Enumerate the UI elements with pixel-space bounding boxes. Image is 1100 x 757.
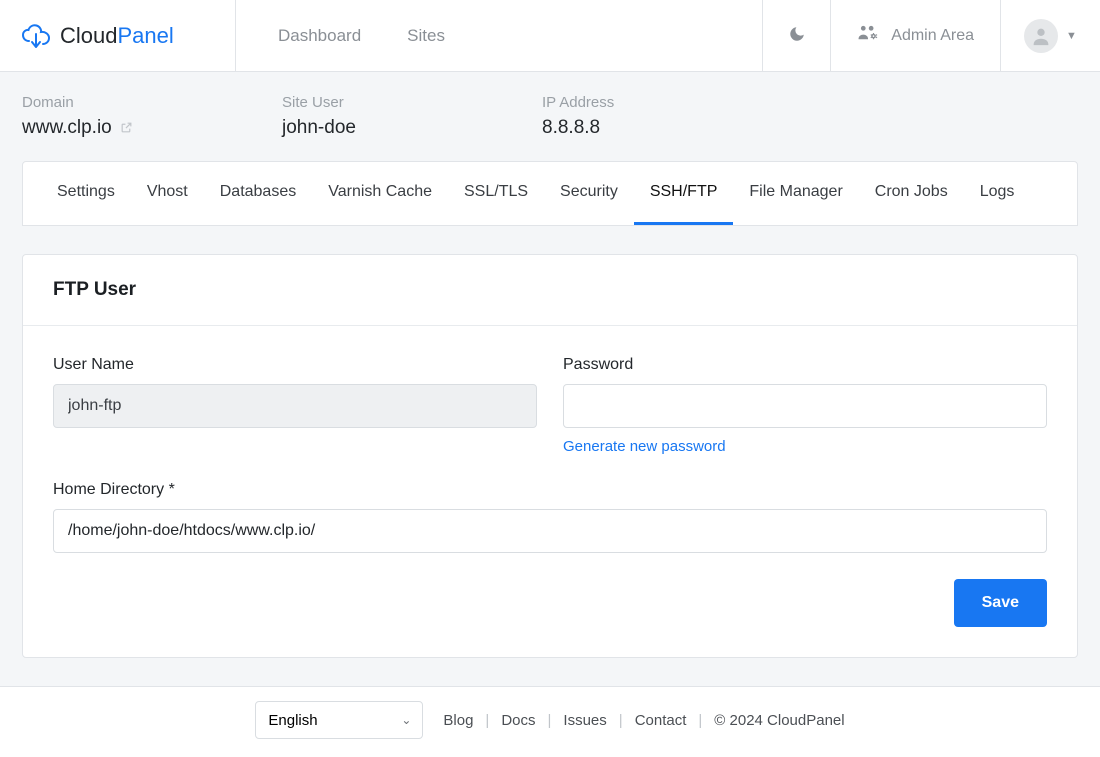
username-input: [53, 384, 537, 428]
header-right: Admin Area ▼: [762, 0, 1100, 71]
avatar: [1024, 19, 1058, 53]
meta-ip: IP Address 8.8.8.8: [542, 94, 802, 139]
password-label: Password: [563, 356, 1047, 374]
tab-security[interactable]: Security: [544, 162, 634, 225]
password-group: Password Generate new password: [563, 356, 1047, 455]
external-link-icon[interactable]: [120, 121, 133, 136]
password-input[interactable]: [563, 384, 1047, 428]
tab-vhost[interactable]: Vhost: [131, 162, 204, 225]
footer-docs[interactable]: Docs: [501, 712, 535, 729]
username-label: User Name: [53, 356, 537, 374]
tab-ssl[interactable]: SSL/TLS: [448, 162, 544, 225]
top-bar: CloudPanel Dashboard Sites Admin Area: [0, 0, 1100, 72]
brand-name: CloudPanel: [60, 23, 174, 49]
meta-ip-label: IP Address: [542, 94, 802, 111]
meta-domain-value[interactable]: www.clp.io: [22, 117, 112, 139]
footer-blog[interactable]: Blog: [443, 712, 473, 729]
language-dropdown[interactable]: English: [255, 701, 423, 739]
tab-filemanager[interactable]: File Manager: [733, 162, 858, 225]
user-menu[interactable]: ▼: [1000, 0, 1100, 71]
meta-site-user: Site User john-doe: [282, 94, 542, 139]
footer-copyright: © 2024 CloudPanel: [714, 712, 844, 729]
brand-logo[interactable]: CloudPanel: [0, 0, 236, 71]
meta-domain: Domain www.clp.io: [22, 94, 282, 139]
generate-password-link[interactable]: Generate new password: [563, 438, 726, 455]
chevron-down-icon: ▼: [1066, 30, 1077, 42]
footer-issues[interactable]: Issues: [563, 712, 606, 729]
meta-site-user-label: Site User: [282, 94, 542, 111]
theme-toggle[interactable]: [762, 0, 830, 71]
card-title: FTP User: [53, 279, 1047, 301]
footer-links: Blog | Docs | Issues | Contact | © 2024 …: [443, 712, 844, 729]
moon-icon: [788, 25, 806, 47]
cloud-logo-icon: [22, 23, 50, 49]
language-select[interactable]: English ⌄: [255, 701, 423, 739]
page-content: Domain www.clp.io Site User john-doe IP …: [0, 72, 1100, 686]
meta-site-user-value: john-doe: [282, 117, 542, 139]
card-header: FTP User: [23, 255, 1077, 326]
primary-nav: Dashboard Sites: [236, 0, 762, 71]
tab-cron[interactable]: Cron Jobs: [859, 162, 964, 225]
form-actions: Save: [53, 579, 1047, 627]
tab-logs[interactable]: Logs: [964, 162, 1031, 225]
admin-area-link[interactable]: Admin Area: [830, 0, 1000, 71]
home-dir-group: Home Directory *: [53, 481, 1047, 553]
nav-dashboard[interactable]: Dashboard: [278, 26, 361, 46]
tab-settings[interactable]: Settings: [23, 162, 131, 225]
footer-contact[interactable]: Contact: [635, 712, 687, 729]
admin-area-label: Admin Area: [891, 27, 974, 45]
save-button[interactable]: Save: [954, 579, 1047, 627]
admin-gear-icon: [857, 24, 879, 47]
ftp-user-card: FTP User User Name Password Generate new…: [22, 254, 1078, 658]
home-dir-label: Home Directory *: [53, 481, 1047, 499]
home-dir-input[interactable]: [53, 509, 1047, 553]
tab-varnish[interactable]: Varnish Cache: [312, 162, 448, 225]
card-body: User Name Password Generate new password…: [23, 326, 1077, 657]
tab-sshftp[interactable]: SSH/FTP: [634, 162, 734, 225]
tab-databases[interactable]: Databases: [204, 162, 313, 225]
meta-domain-label: Domain: [22, 94, 282, 111]
meta-ip-value: 8.8.8.8: [542, 117, 802, 139]
site-meta-row: Domain www.clp.io Site User john-doe IP …: [22, 94, 1078, 139]
page-footer: English ⌄ Blog | Docs | Issues | Contact…: [0, 686, 1100, 757]
site-tabs: Settings Vhost Databases Varnish Cache S…: [22, 161, 1078, 226]
nav-sites[interactable]: Sites: [407, 26, 445, 46]
username-group: User Name: [53, 356, 537, 455]
